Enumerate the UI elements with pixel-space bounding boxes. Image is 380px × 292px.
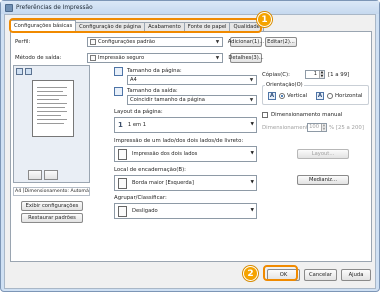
manual-scaling-checkbox[interactable] (262, 112, 268, 118)
layout-select[interactable]: 1 1 em 1 ▼ (114, 117, 257, 133)
scaling-value: 100 (309, 124, 319, 130)
copies-label: Cópias(C): (262, 72, 290, 78)
output-size-icon (114, 87, 123, 96)
spin-arrows-icon[interactable]: ▲ ▼ (319, 70, 324, 78)
landscape-label: Horizontal (335, 93, 363, 99)
help-button[interactable]: Ajuda (341, 269, 371, 281)
collate-icon (118, 205, 127, 217)
add-profile-button[interactable]: Adicionar(1)... (228, 37, 264, 47)
output-method-value: Impressão seguro (98, 55, 145, 61)
tab-basic-settings[interactable]: Configurações básicas (10, 20, 77, 32)
preview-controls (28, 170, 58, 180)
layout-value: 1 em 1 (127, 122, 147, 128)
landscape-radio[interactable] (327, 93, 333, 99)
binding-value: Borda maior [Esquerda] (132, 180, 194, 186)
callout-badge-1: 1 (257, 12, 272, 27)
chevron-down-icon: ▼ (249, 98, 254, 103)
gutter-button[interactable]: Medianiz... (297, 175, 349, 185)
preview-settings-button[interactable] (44, 170, 58, 180)
binding-select[interactable]: Borda maior [Esquerda] ▼ (114, 175, 257, 191)
scaling-field-label: Dimensionamento: (262, 125, 314, 131)
output-size-value: Coincidir tamanho da página (130, 97, 205, 103)
preview-sheet (32, 80, 74, 137)
scaling-stepper[interactable]: 100 ▲ ▼ (307, 123, 327, 132)
printer-icon (5, 3, 13, 12)
binding-label: Local de encadernação(B): (114, 167, 187, 173)
binding-edge-icon (118, 177, 127, 189)
copies-range: [1 a 99] (328, 72, 350, 78)
watermark-layout-button[interactable]: Layout... (297, 149, 349, 159)
orientation-label: Orientação(O) (265, 82, 304, 88)
ok-callout-frame (263, 265, 298, 281)
copies-value: 1 (313, 71, 317, 77)
scaling-range: % [25 a 200] (329, 125, 364, 131)
output-size-label: Tamanho da saída: (127, 88, 178, 94)
duplex-select[interactable]: Impressão dos dois lados ▼ (114, 146, 257, 162)
preview-status-text: A4 [Dimensionamento: Automático] (13, 187, 90, 196)
print-preferences-window: Preferências de Impressão Configurações … (0, 0, 380, 292)
portrait-label: Vertical (287, 93, 308, 99)
page-size-icon (114, 67, 123, 76)
duplex-value: Impressão dos dois lados (132, 151, 198, 157)
page-preview (13, 65, 90, 183)
basic-settings-panel: Perfil: Configurações padrão ▼ Adicionar… (10, 31, 372, 262)
profile-value: Configurações padrão (98, 39, 156, 45)
output-size-select[interactable]: Coincidir tamanho da página ▼ (127, 95, 257, 105)
duplex-icon (118, 148, 127, 160)
secure-print-icon (90, 55, 96, 61)
collate-value: Desligado (132, 208, 158, 214)
portrait-radio[interactable] (279, 93, 285, 99)
preview-view-icons (16, 68, 32, 75)
landscape-icon: A (316, 92, 324, 100)
spin-arrows-icon[interactable]: ▲ ▼ (321, 123, 326, 131)
page-size-label: Tamanho da página: (127, 68, 182, 74)
page-size-select[interactable]: A4 ▼ (127, 75, 257, 85)
chevron-down-icon: ▼ (250, 151, 254, 156)
view-settings-button[interactable]: Exibir configurações (21, 201, 83, 211)
details-button[interactable]: Detalhes(3)... (228, 53, 264, 63)
dialog-client: Configurações básicas Configuração de pá… (4, 12, 376, 289)
profile-icon (90, 39, 96, 45)
restore-defaults-button[interactable]: Restaurar padrões (21, 213, 83, 223)
portrait-icon: A (268, 92, 276, 100)
printer-view-icon[interactable] (25, 68, 32, 75)
chevron-down-icon: ▼ (250, 208, 254, 213)
collate-select[interactable]: Desligado ▼ (114, 203, 257, 219)
collate-label: Agrupar/Classificar: (114, 195, 167, 201)
profile-select[interactable]: Configurações padrão ▼ (87, 37, 223, 47)
edit-profile-button[interactable]: Editar(2)... (265, 37, 297, 47)
output-method-label: Método de saída: (15, 55, 62, 61)
window-title: Preferências de Impressão (16, 4, 93, 11)
single-page-view-icon[interactable] (16, 68, 23, 75)
chevron-down-icon: ▼ (215, 56, 220, 61)
chevron-down-icon: ▼ (249, 78, 254, 83)
one-page-icon: 1 (118, 121, 123, 129)
profile-label: Perfil: (15, 39, 31, 45)
title-bar: Preferências de Impressão (1, 1, 379, 14)
chevron-down-icon: ▼ (250, 122, 254, 127)
chevron-down-icon: ▼ (215, 40, 220, 45)
manual-scaling-label: Dimensionamento manual (271, 112, 343, 118)
copies-stepper[interactable]: 1 ▲ ▼ (305, 70, 325, 79)
duplex-label: Impressão de um lado/dos dois lados/de l… (114, 138, 244, 144)
page-size-value: A4 (130, 77, 137, 83)
chevron-down-icon: ▼ (250, 180, 254, 185)
cancel-button[interactable]: Cancelar (304, 269, 337, 281)
output-method-select[interactable]: Impressão seguro ▼ (87, 53, 223, 63)
preview-paper-button[interactable] (28, 170, 42, 180)
callout-badge-2: 2 (243, 266, 258, 281)
layout-label: Layout da página: (114, 109, 163, 115)
